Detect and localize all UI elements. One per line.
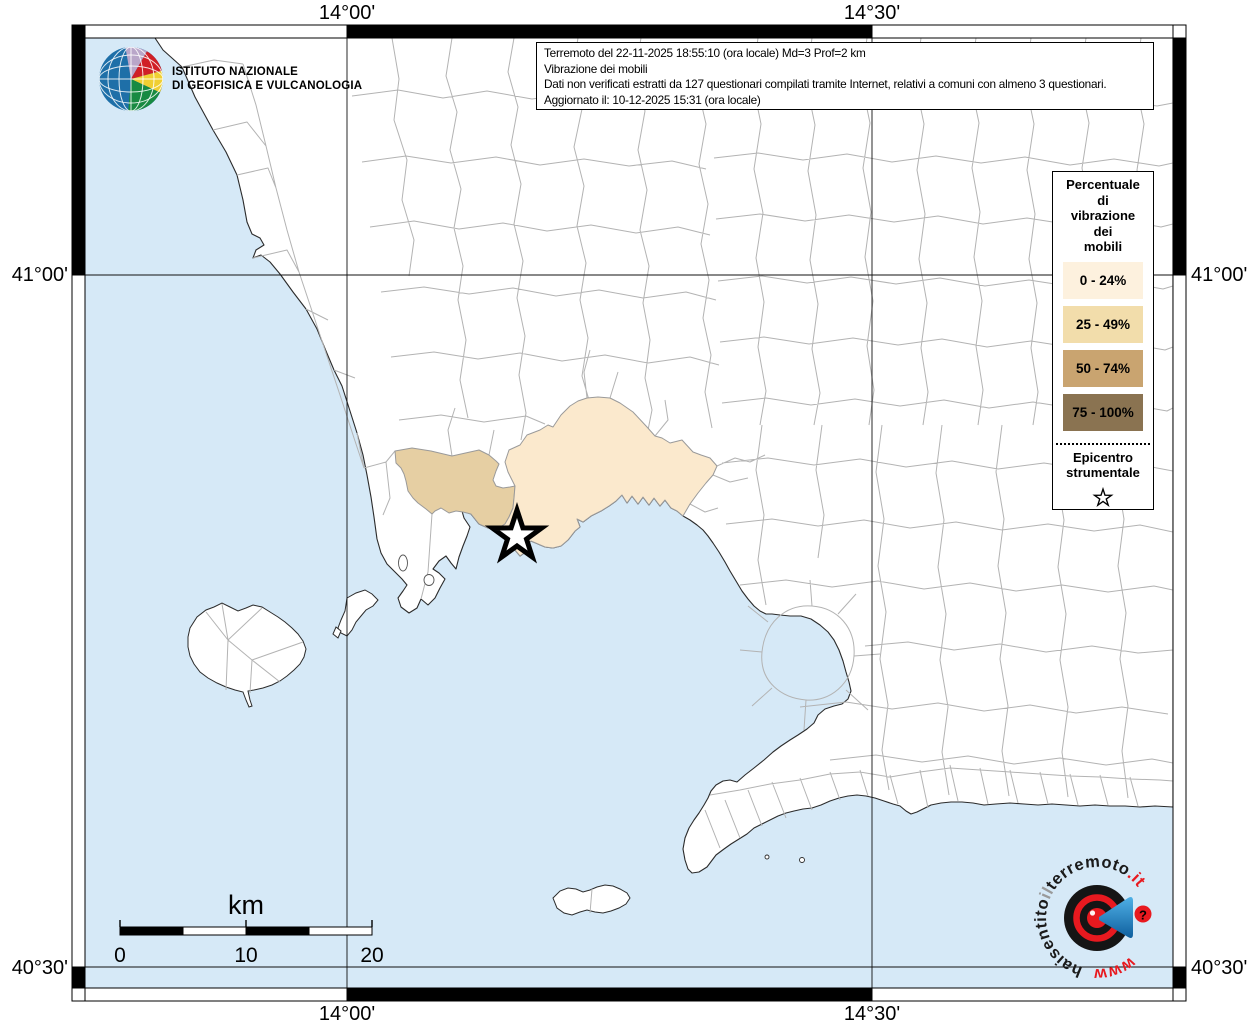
info-line-type: Vibrazione dei mobili — [544, 62, 1147, 78]
legend-title: Percentuale di vibrazione dei mobili — [1053, 177, 1153, 255]
legend-class-label: 50 - 74% — [1076, 361, 1130, 376]
hsit-bullseye-highlight — [1090, 910, 1095, 915]
scale-label-20: 20 — [360, 944, 383, 967]
axis-label-right-41: 41°00' — [1191, 264, 1247, 286]
legend-divider — [1056, 443, 1150, 445]
earthquake-info-box: Terremoto del 22-11-2025 18:55:10 (ora l… — [536, 42, 1154, 110]
lake-fusaro — [399, 555, 408, 571]
legend-title-line: mobili — [1053, 239, 1153, 255]
legend-class-label: 25 - 49% — [1076, 317, 1130, 332]
legend-title-line: di — [1053, 193, 1153, 209]
hsit-question-mark: ? — [1139, 908, 1147, 923]
legend-class-75-100: 75 - 100% — [1063, 394, 1143, 431]
frame-corner-tr — [1173, 25, 1186, 38]
legend-epicenter-star-icon — [1092, 487, 1114, 508]
info-line-updated: Aggiornato il: 10-12-2025 15:31 (ora loc… — [544, 93, 1147, 109]
legend-epicenter-line: strumentale — [1053, 465, 1153, 481]
scale-bar-unit: km — [228, 890, 264, 920]
felt-map-stage: ISTITUTO NAZIONALE DI GEOFISICA E VULCAN… — [0, 0, 1255, 1024]
legend-epicenter-line: Epicentro — [1053, 450, 1153, 466]
islet-li-galli-2 — [800, 858, 805, 863]
map-canvas: ISTITUTO NAZIONALE DI GEOFISICA E VULCAN… — [0, 0, 1255, 1024]
legend-title-line: Percentuale — [1053, 177, 1153, 193]
legend-title-line: dei — [1053, 224, 1153, 240]
legend-class-25-49: 25 - 49% — [1063, 306, 1143, 343]
axis-label-top-left: 14°00' — [319, 2, 375, 24]
scale-label-10: 10 — [234, 944, 257, 967]
scale-label-0: 0 — [114, 944, 126, 967]
map-interior: ISTITUTO NAZIONALE DI GEOFISICA E VULCAN… — [0, 0, 1173, 988]
lake-miseno — [424, 575, 434, 586]
legend-class-label: 75 - 100% — [1072, 405, 1134, 420]
axis-label-bottom-right: 14°30' — [844, 1003, 900, 1024]
ingv-logo-line2: DI GEOFISICA E VULCANOLOGIA — [172, 80, 362, 92]
frame-corner-tl — [72, 25, 85, 38]
frame-corner-bl — [72, 988, 85, 1001]
info-line-source: Dati non verificati estratti da 127 ques… — [544, 77, 1147, 93]
axis-label-left-40: 40°30' — [12, 957, 68, 979]
axis-label-right-40: 40°30' — [1191, 957, 1247, 979]
islet-li-galli-1 — [765, 855, 769, 859]
legend-epicenter-title: Epicentro strumentale — [1053, 450, 1153, 481]
ingv-logo-line1: ISTITUTO NAZIONALE — [172, 66, 298, 78]
legend-class-50-74: 50 - 74% — [1063, 350, 1143, 387]
legend: Percentuale di vibrazione dei mobili 0 -… — [1052, 171, 1154, 510]
axis-label-left-41: 41°00' — [12, 264, 68, 286]
legend-class-label: 0 - 24% — [1080, 273, 1127, 288]
frame-corner-br — [1173, 988, 1186, 1001]
axis-label-top-right: 14°30' — [844, 2, 900, 24]
legend-class-0-24: 0 - 24% — [1063, 262, 1143, 299]
axis-label-bottom-left: 14°00' — [319, 1003, 375, 1024]
legend-title-line: vibrazione — [1053, 208, 1153, 224]
info-line-event: Terremoto del 22-11-2025 18:55:10 (ora l… — [544, 46, 1147, 62]
